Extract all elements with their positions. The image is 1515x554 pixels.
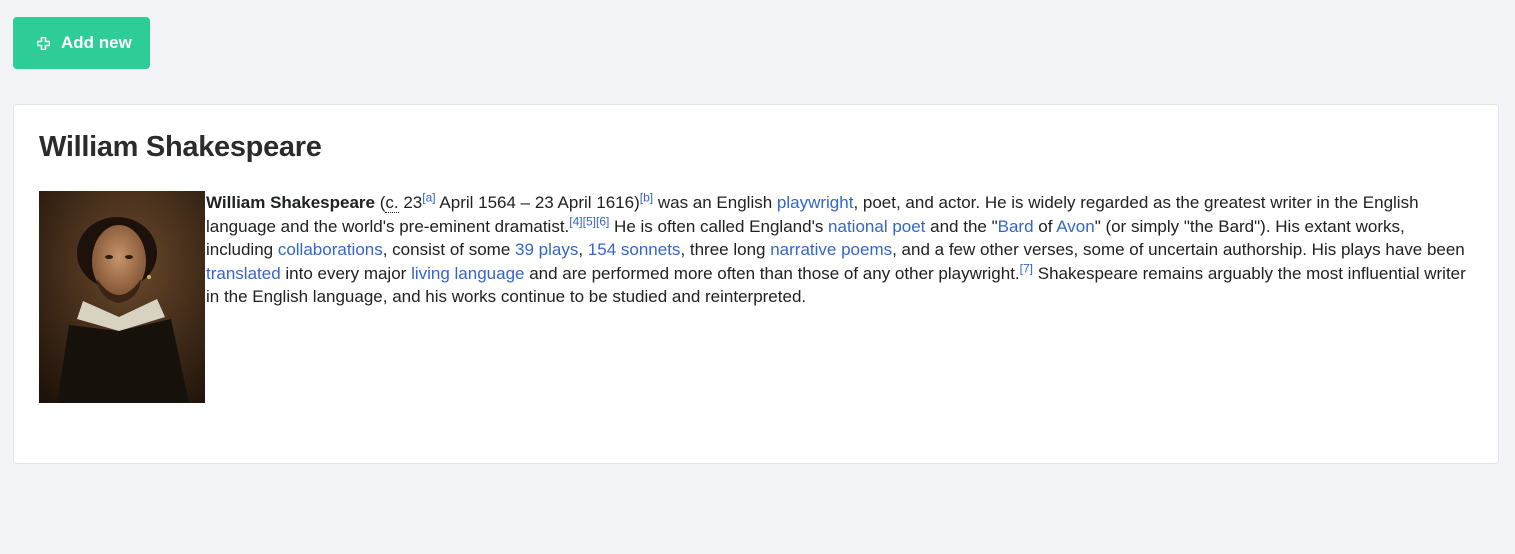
link-national-poet[interactable]: national poet [828, 217, 925, 236]
link-154-sonnets[interactable]: 154 sonnets [588, 240, 681, 259]
text: ( [375, 193, 386, 212]
ref-5-link[interactable]: [5] [583, 214, 596, 228]
text: , [578, 240, 588, 259]
link-translated[interactable]: translated [206, 264, 281, 283]
reference-4: [4][5][6] [569, 214, 609, 228]
ref-a-link[interactable]: [a] [422, 190, 435, 204]
reference-7: [7] [1020, 261, 1033, 275]
ref-7-link[interactable]: [7] [1020, 261, 1033, 275]
text: and the " [925, 216, 998, 236]
link-bard[interactable]: Bard [998, 217, 1034, 236]
reference-b: [b] [640, 190, 653, 204]
plus-icon [37, 36, 50, 50]
text: He is often called England's [609, 216, 829, 236]
article-card: William Shakespeare William Shakespeare … [13, 104, 1499, 464]
link-avon[interactable]: Avon [1056, 217, 1094, 236]
circa-abbr: c. [385, 193, 399, 213]
article-body: William Shakespeare (c. 23[a] April 1564… [206, 191, 1476, 309]
link-playwright[interactable]: playwright [777, 193, 854, 212]
link-39-plays[interactable]: 39 plays [515, 240, 578, 259]
text: of [1033, 216, 1057, 236]
link-narrative-poems[interactable]: narrative poems [770, 240, 892, 259]
ref-4-link[interactable]: [4] [569, 214, 582, 228]
text: and are performed more often than those … [524, 263, 1020, 283]
article-title: William Shakespeare [39, 131, 322, 163]
text: , and a few other verses, some of uncert… [892, 240, 1465, 259]
link-collaborations[interactable]: collaborations [278, 240, 383, 259]
text: 23 [398, 193, 423, 212]
text: , consist of some [382, 240, 516, 259]
add-new-button[interactable]: Add new [13, 17, 150, 69]
portrait-image [39, 191, 205, 403]
link-living-language[interactable]: living language [411, 264, 524, 283]
ref-b-link[interactable]: [b] [640, 190, 653, 204]
text: into every major [280, 263, 412, 283]
text: , three long [680, 240, 771, 259]
reference-a: [a] [422, 190, 435, 204]
bold-name: William Shakespeare [206, 193, 375, 212]
ref-6-link[interactable]: [6] [596, 214, 609, 228]
text: April 1564 – 23 April 1616) [435, 193, 640, 212]
text: was an English [653, 193, 777, 212]
add-new-label: Add new [61, 33, 132, 52]
